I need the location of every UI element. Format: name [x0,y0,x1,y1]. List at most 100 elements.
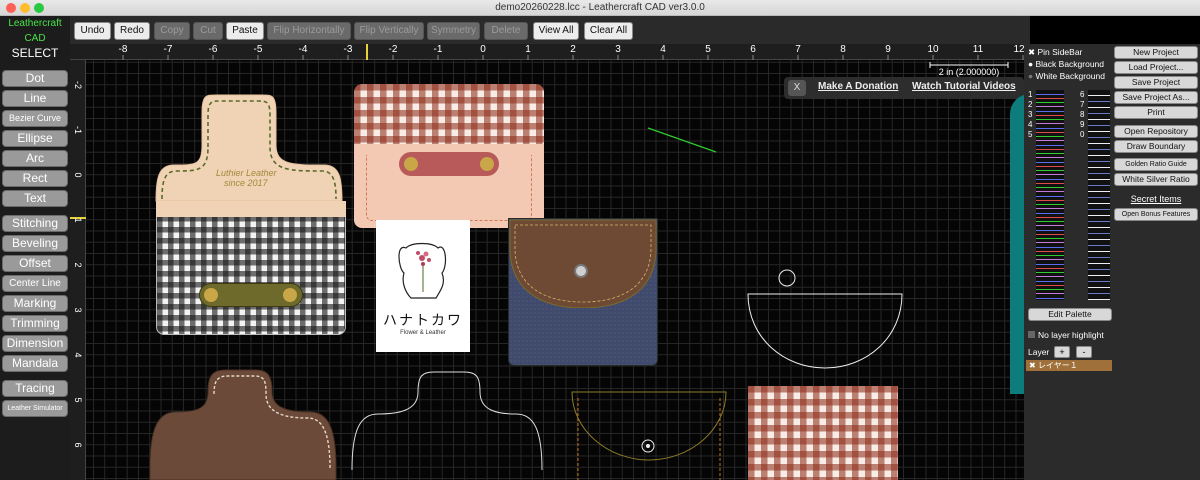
window-title: demo20260228.lcc - Leathercraft CAD ver3… [495,2,705,13]
save-project-button[interactable]: Save Project [1114,76,1198,89]
remove-layer-button[interactable]: - [1076,346,1092,358]
right-settings-panel: ✖ Pin SideBar ● Black Background ● White… [1024,44,1200,480]
semicircle-outline-shape[interactable] [746,268,904,370]
clear-all-button[interactable]: Clear All [584,22,633,40]
radio-unselected-icon: ● [1028,71,1036,81]
tool-tracing-button[interactable]: Tracing [2,380,68,397]
white-silver-ratio-button[interactable]: White Silver Ratio [1114,173,1198,186]
tutorial-videos-link[interactable]: Watch Tutorial Videos [912,81,1016,92]
new-project-button[interactable]: New Project [1114,46,1198,59]
tool-ellipse-button[interactable]: Ellipse [2,130,68,147]
tool-trimming-button[interactable]: Trimming [2,315,68,332]
ruler-y-label: 2 [73,262,83,268]
flip-vertically-button[interactable]: Flip Vertically [354,22,424,40]
palette-column-right[interactable] [1088,90,1110,300]
tool-marking-button[interactable]: Marking [2,295,68,312]
save-project-as-button[interactable]: Save Project As... [1114,91,1198,104]
ruler-x-label: 10 [927,44,939,55]
tool-dimension-button[interactable]: Dimension [2,335,68,352]
current-mode: SELECT [11,46,59,60]
tool-leather-simulator-button[interactable]: Leather Simulator [2,400,68,417]
add-layer-button[interactable]: + [1054,346,1070,358]
black-background-option[interactable]: ● Black Background [1028,59,1104,69]
palette-number: 8 [1080,110,1085,119]
tool-mandala-button[interactable]: Mandala [2,355,68,372]
ruler-y-label: -2 [73,80,83,89]
pin-sidebar-label: Pin SideBar [1037,47,1083,57]
bottom-outline-shape[interactable] [350,370,544,474]
ruler-x-label: 2 [570,44,576,55]
scale-bar: 2 in (2.000000) [928,62,1010,78]
undo-button[interactable]: Undo [74,22,111,40]
view-all-button[interactable]: View All [533,22,579,40]
snap-button-icon [480,157,494,171]
white-background-option[interactable]: ● White Background [1028,71,1105,81]
ruler-x-label: -3 [343,44,353,55]
tool-line-button[interactable]: Line [2,90,68,107]
copy-button[interactable]: Copy [154,22,190,40]
pouch-flap[interactable] [508,218,658,308]
donation-bar: X Make A Donation Watch Tutorial Videos [784,77,1024,99]
tool-center-line-button[interactable]: Center Line [2,275,68,292]
vertical-ruler: -2 -1 0 1 2 3 4 5 6 [70,60,86,480]
ruler-y-label: 6 [73,442,83,448]
delete-button[interactable]: Delete [484,22,528,40]
color-palette[interactable]: 1 2 3 4 5 6 7 8 9 0 [1028,90,1110,310]
ruler-x-label: 4 [660,44,666,55]
drawing-canvas[interactable]: 2 in (2.000000) Luthier Leather since 20… [86,60,1030,480]
app-name-line-1: Leathercraft [8,18,62,29]
tool-text-button[interactable]: Text [2,190,68,207]
black-background-label: Black Background [1035,59,1105,69]
tool-offset-button[interactable]: Offset [2,255,68,272]
draw-boundary-button[interactable]: Draw Boundary [1114,140,1198,153]
ruler-x-label: -2 [388,44,398,55]
palette-number: 1 [1028,90,1033,99]
cut-button[interactable]: Cut [193,22,223,40]
tool-rect-button[interactable]: Rect [2,170,68,187]
layer-label: Layer [1028,347,1050,357]
palette-number: 6 [1080,90,1085,99]
flip-horizontally-button[interactable]: Flip Horizontally [267,22,351,40]
ruler-x-label: 6 [750,44,756,55]
ruler-x-label: 0 [480,44,486,55]
make-donation-link[interactable]: Make A Donation [818,81,898,92]
ruler-x-label: 8 [840,44,846,55]
print-button[interactable]: Print [1114,106,1198,119]
leather-piece-brown-gingham[interactable] [354,84,544,144]
tool-dot-button[interactable]: Dot [2,70,68,87]
secret-items-link[interactable]: Secret Items [1114,194,1198,204]
leather-piece-brown-bottom[interactable] [148,368,338,480]
tool-stitching-button[interactable]: Stitching [2,215,68,232]
open-repository-button[interactable]: Open Repository [1114,125,1198,138]
symmetry-button[interactable]: Symmetry [427,22,480,40]
load-project-button[interactable]: Load Project... [1114,61,1198,74]
open-bonus-features-button[interactable]: Open Bonus Features [1114,208,1198,221]
leather-piece-black-gingham[interactable] [156,215,346,335]
brand-card-image[interactable]: ハナトカワ Flower & Leather [376,220,470,352]
ruler-x-label: 5 [705,44,711,55]
palette-number: 3 [1028,110,1033,119]
edit-palette-button[interactable]: Edit Palette [1028,308,1112,321]
green-line-shape[interactable] [646,126,718,154]
brown-pocket-outline[interactable] [570,390,730,480]
layer-row[interactable]: ✖ レイヤー１ [1026,360,1112,371]
paste-button[interactable]: Paste [226,22,264,40]
radio-selected-icon: ● [1028,59,1036,69]
palette-number: 7 [1080,100,1085,109]
layer-visible-icon[interactable]: ✖ [1029,361,1038,370]
palette-column-left[interactable] [1036,90,1064,300]
ruler-x-label: 9 [885,44,891,55]
golden-ratio-guide-button[interactable]: Golden Ratio Guide [1114,158,1198,171]
palette-number: 0 [1080,130,1085,139]
tool-beveling-button[interactable]: Beveling [2,235,68,252]
pin-sidebar-option[interactable]: ✖ Pin SideBar [1028,47,1082,58]
redo-button[interactable]: Redo [114,22,150,40]
close-donation-button[interactable]: X [788,80,806,96]
card-subtitle: Flower & Leather [400,330,446,336]
tool-arc-button[interactable]: Arc [2,150,68,167]
no-layer-highlight-option[interactable]: No layer highlight [1028,330,1104,340]
ruler-y-label: 0 [73,172,83,178]
card-kana-text: ハナトカワ [383,312,463,328]
tool-bezier-button[interactable]: Bezier Curve [2,110,68,127]
leather-piece-brown-gingham-bottom[interactable] [748,386,898,480]
